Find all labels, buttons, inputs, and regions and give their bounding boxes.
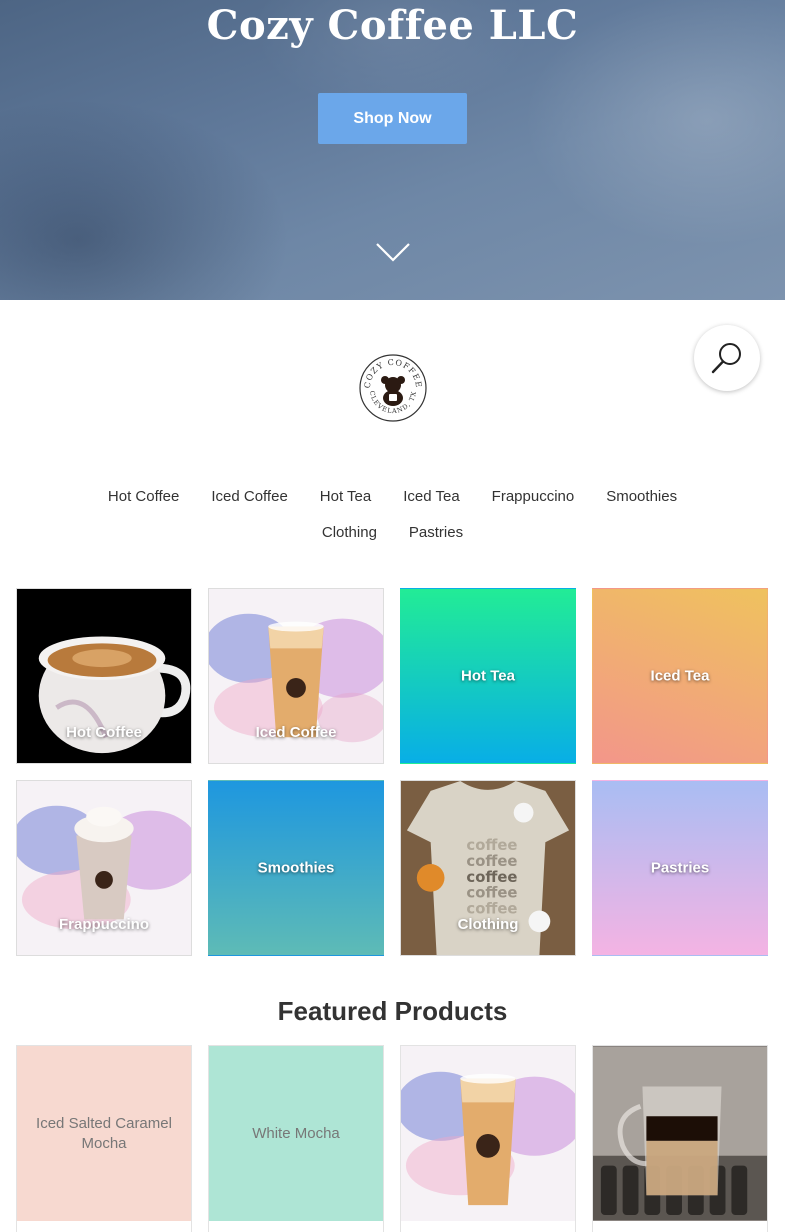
category-tile-frappuccino[interactable]: Frappuccino bbox=[16, 780, 192, 956]
espresso-product-image bbox=[593, 1046, 767, 1221]
nav-hot-tea[interactable]: Hot Tea bbox=[320, 488, 371, 505]
category-label: Smoothies bbox=[257, 859, 335, 877]
product-card[interactable]: Iced Salted Caramel Mocha bbox=[16, 1045, 192, 1232]
nav-iced-tea[interactable]: Iced Tea bbox=[403, 488, 459, 505]
search-button[interactable] bbox=[694, 325, 760, 391]
hero-banner: Cozy Coffee LLC Shop Now bbox=[0, 0, 785, 300]
nav-clothing[interactable]: Clothing bbox=[322, 524, 377, 541]
chevron-down-icon[interactable] bbox=[375, 240, 411, 264]
svg-text:coffee: coffee bbox=[466, 900, 517, 917]
featured-products-grid: Iced Salted Caramel Mocha White Mocha bbox=[16, 1045, 769, 1232]
svg-text:coffee: coffee bbox=[466, 869, 517, 886]
iced-coffee-product-image bbox=[401, 1071, 575, 1206]
hero-title: Cozy Coffee LLC bbox=[206, 2, 579, 49]
product-image-placeholder: Iced Salted Caramel Mocha bbox=[17, 1046, 191, 1221]
cozy-coffee-logo[interactable]: COZY COFFEE CLEVELAND, TX bbox=[358, 353, 428, 423]
nav-smoothies[interactable]: Smoothies bbox=[606, 488, 677, 505]
category-label: Pastries bbox=[650, 859, 710, 877]
product-card[interactable] bbox=[400, 1045, 576, 1232]
product-card[interactable] bbox=[592, 1045, 768, 1232]
product-placeholder-text: White Mocha bbox=[252, 1124, 340, 1142]
category-label: Clothing bbox=[457, 916, 519, 933]
product-image-placeholder: White Mocha bbox=[209, 1046, 383, 1221]
category-label: Hot Coffee bbox=[66, 724, 142, 741]
search-icon bbox=[711, 343, 741, 374]
nav-pastries[interactable]: Pastries bbox=[409, 524, 463, 541]
category-tile-hot-tea[interactable]: Hot Tea bbox=[400, 588, 576, 764]
category-tile-hot-coffee[interactable]: Hot Coffee bbox=[16, 588, 192, 764]
product-placeholder-text: Iced Salted Caramel Mocha bbox=[36, 1114, 172, 1152]
svg-text:coffee: coffee bbox=[466, 853, 517, 870]
product-card[interactable]: White Mocha bbox=[208, 1045, 384, 1232]
nav-frappuccino[interactable]: Frappuccino bbox=[492, 488, 575, 505]
category-tile-pastries[interactable]: Pastries bbox=[592, 780, 768, 956]
product-image bbox=[401, 1046, 575, 1221]
category-label: Hot Tea bbox=[461, 667, 515, 685]
category-tile-iced-coffee[interactable]: Iced Coffee bbox=[208, 588, 384, 764]
shop-now-button[interactable]: Shop Now bbox=[318, 93, 467, 144]
nav-hot-coffee[interactable]: Hot Coffee bbox=[108, 488, 179, 505]
category-grid: Hot Coffee Iced Coffee Hot Tea Iced Tea bbox=[16, 588, 769, 956]
featured-products-heading: Featured Products bbox=[277, 996, 508, 1026]
category-tile-iced-tea[interactable]: Iced Tea bbox=[592, 588, 768, 764]
svg-text:coffee: coffee bbox=[466, 885, 517, 902]
product-image bbox=[593, 1046, 767, 1221]
category-label: Iced Coffee bbox=[255, 724, 337, 741]
category-label: Frappuccino bbox=[58, 916, 149, 933]
category-tile-smoothies[interactable]: Smoothies bbox=[208, 780, 384, 956]
nav-iced-coffee[interactable]: Iced Coffee bbox=[211, 488, 287, 505]
category-nav: Hot Coffee Iced Coffee Hot Tea Iced Tea … bbox=[80, 478, 705, 550]
svg-text:coffee: coffee bbox=[466, 837, 517, 854]
category-tile-clothing[interactable]: coffee coffee coffee coffee coffee Cloth… bbox=[400, 780, 576, 956]
category-label: Iced Tea bbox=[650, 667, 710, 685]
